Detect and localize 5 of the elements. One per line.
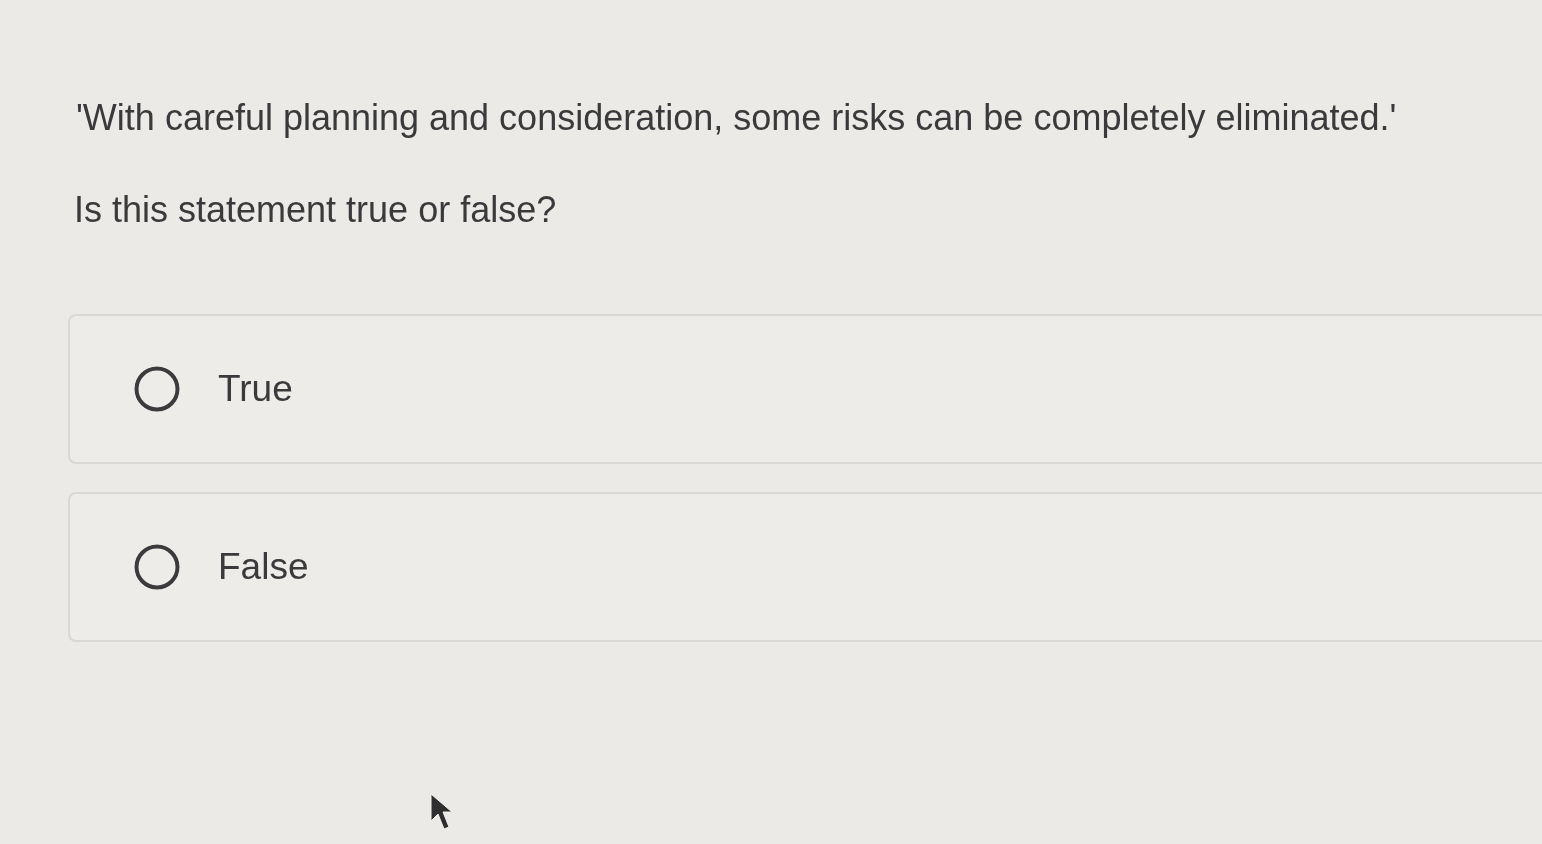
question-prompt: Is this statement true or false? [74, 188, 557, 232]
answer-option[interactable]: True [68, 314, 1542, 464]
answer-option[interactable]: False [68, 492, 1542, 642]
question-text: 'With careful planning and consideration, some risks can be completely eliminated.' [76, 96, 1397, 140]
mouse-pointer-icon [430, 793, 452, 831]
